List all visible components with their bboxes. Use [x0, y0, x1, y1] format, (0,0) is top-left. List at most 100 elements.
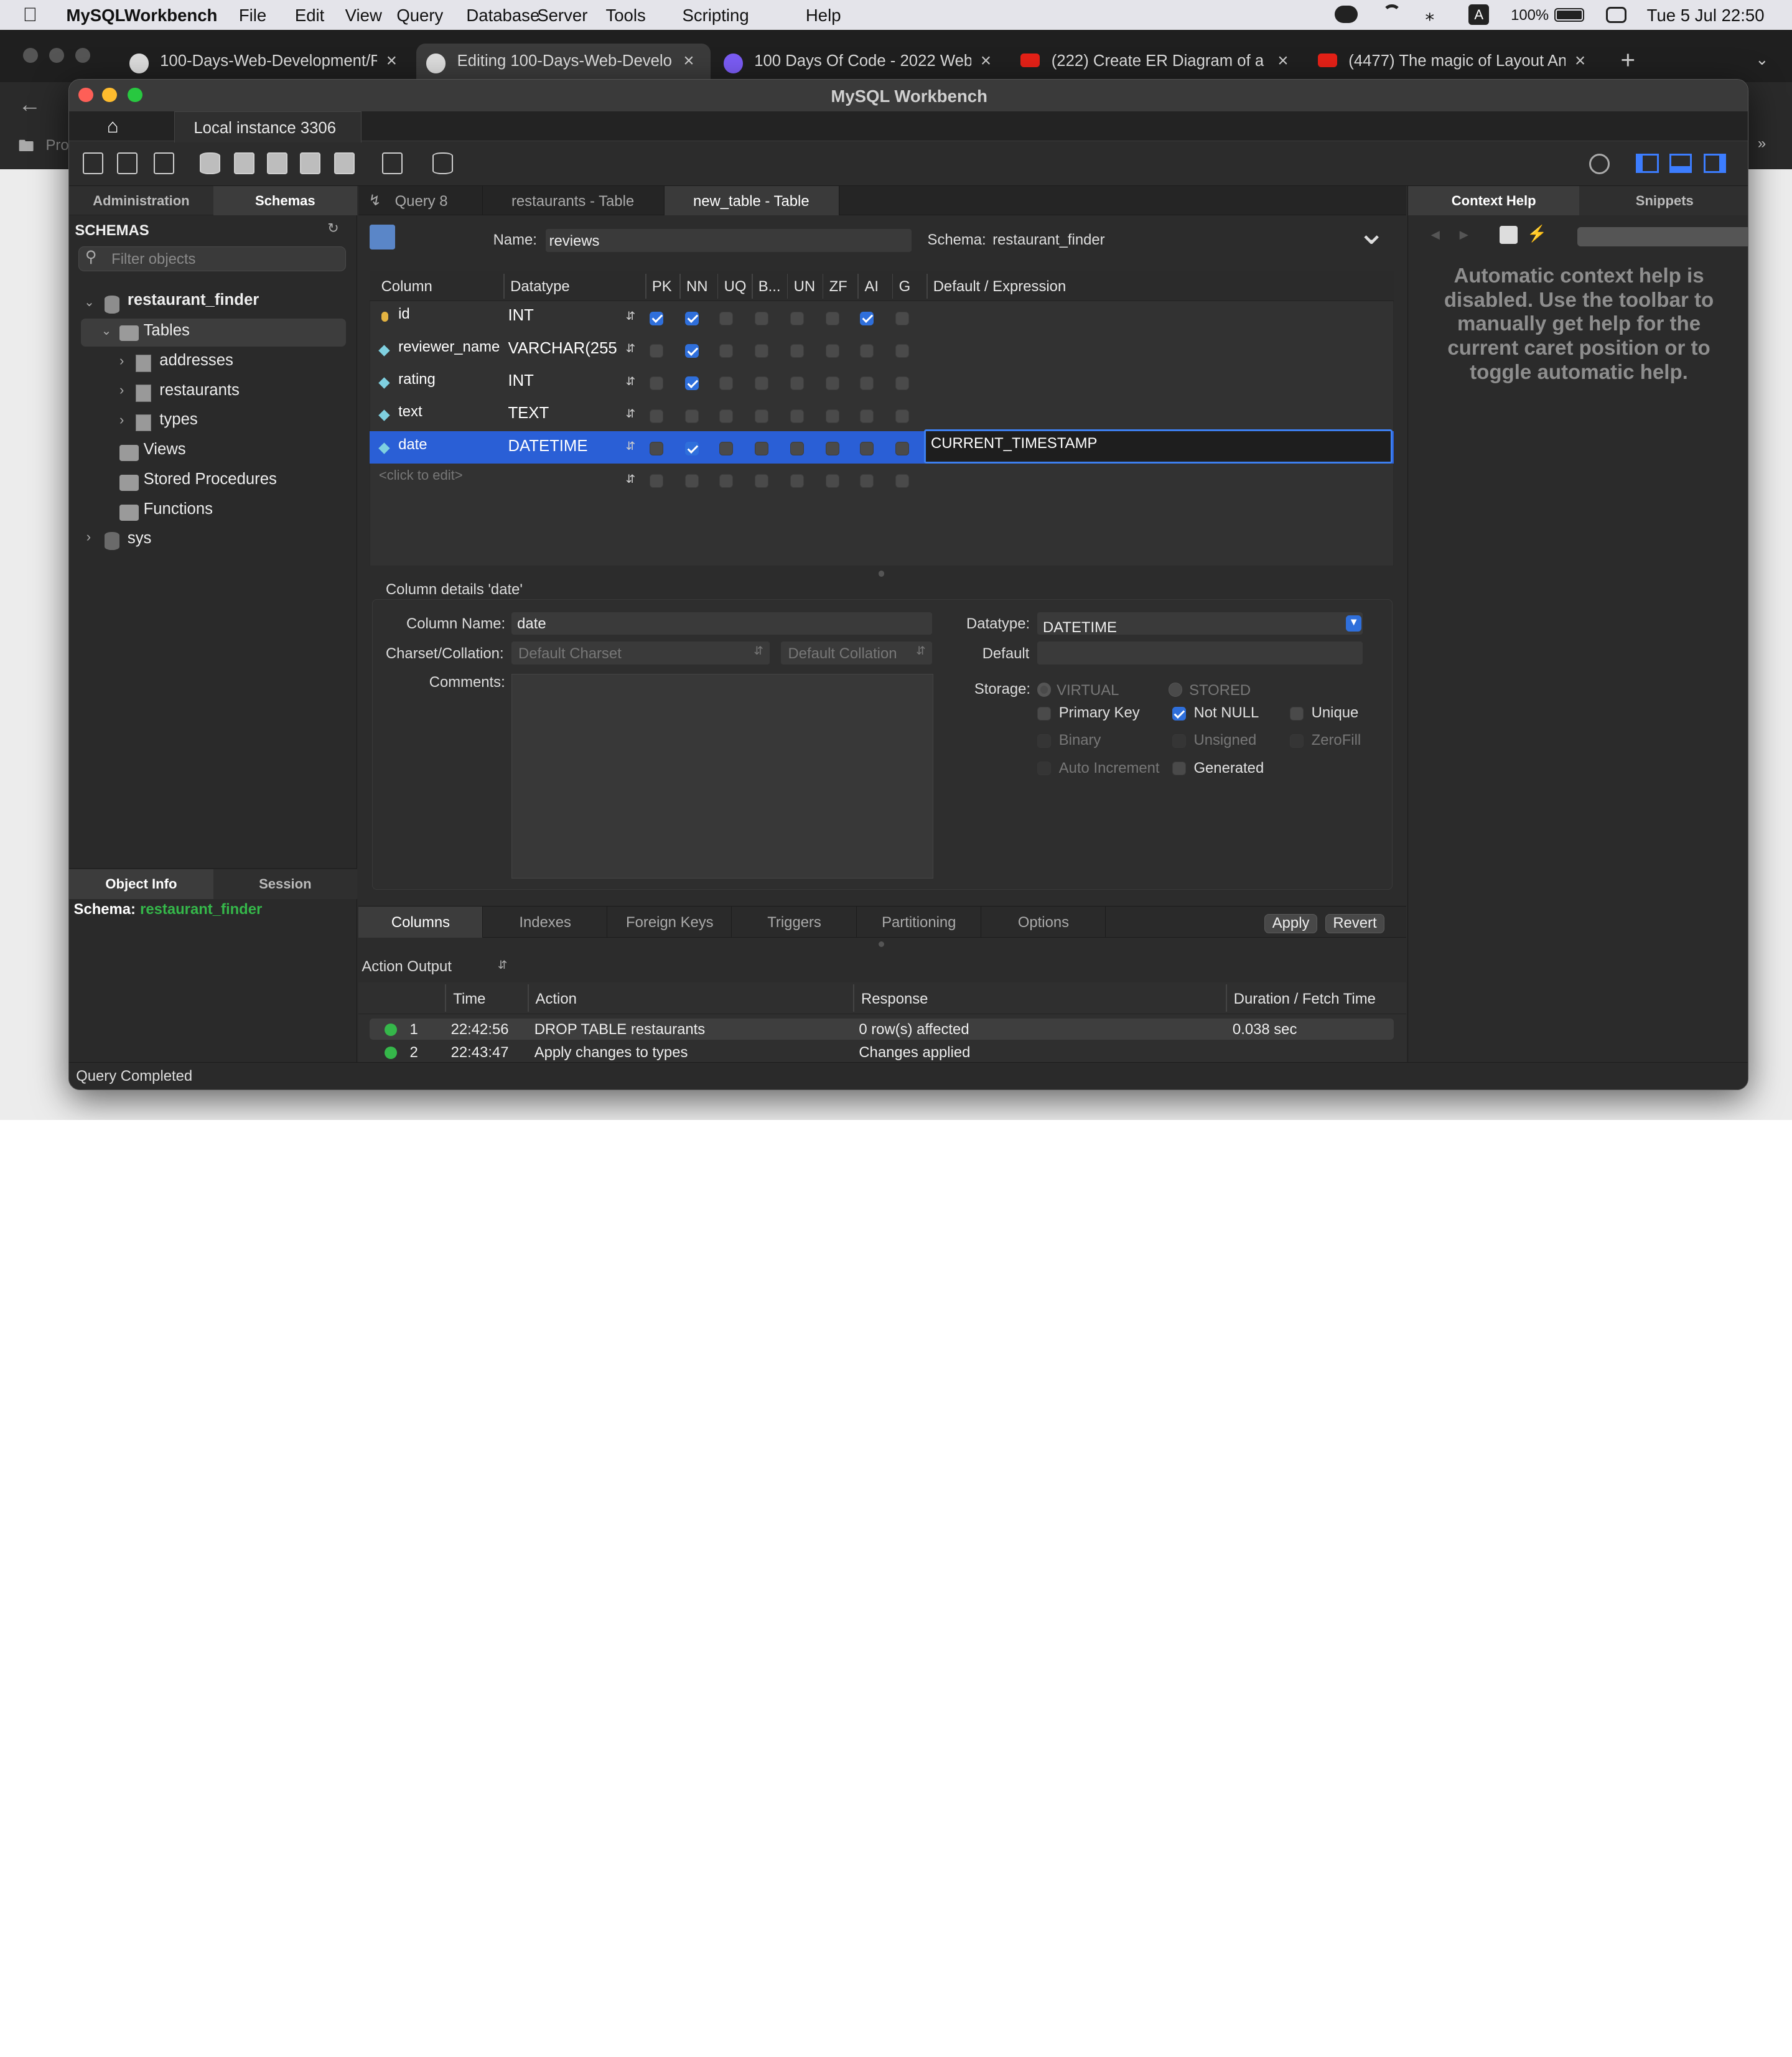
- back-arrow-icon[interactable]: ←: [18, 91, 41, 118]
- flag-checkbox[interactable]: [755, 311, 769, 325]
- menu-item[interactable]: Query: [396, 6, 443, 26]
- detail-checkbox[interactable]: [1172, 734, 1186, 749]
- flag-checkbox[interactable]: [826, 376, 840, 391]
- browser-tab[interactable]: 100-Days-Web-Development/R ×: [119, 44, 414, 82]
- table-row[interactable]: id INT ⇵: [370, 301, 1394, 333]
- chevron-right-icon[interactable]: ›: [86, 529, 91, 545]
- flag-checkbox[interactable]: [650, 409, 664, 423]
- column-name[interactable]: reviewer_name: [398, 338, 500, 356]
- table-row[interactable]: reviewer_name VARCHAR(255 ⇵: [370, 334, 1394, 365]
- detail-checkbox[interactable]: [1289, 734, 1304, 749]
- funcs-node[interactable]: Functions: [144, 500, 213, 518]
- output-splitter[interactable]: [878, 941, 884, 947]
- flag-checkbox[interactable]: [895, 343, 910, 358]
- revert-button[interactable]: Revert: [1325, 913, 1385, 933]
- output-column-header[interactable]: Action: [536, 991, 577, 1008]
- flag-checkbox[interactable]: [860, 343, 874, 358]
- column-header[interactable]: G: [899, 278, 911, 296]
- flag-checkbox[interactable]: [755, 409, 769, 423]
- detail-checkbox[interactable]: [1037, 707, 1051, 721]
- chevron-right-icon[interactable]: ›: [119, 353, 124, 369]
- flag-checkbox[interactable]: [895, 311, 910, 325]
- collapse-chevrons-icon[interactable]: ⌄: [1357, 215, 1386, 250]
- flag-checkbox[interactable]: [826, 311, 840, 325]
- manual-help-icon[interactable]: [1499, 225, 1518, 245]
- table-row[interactable]: text TEXT ⇵: [370, 399, 1394, 431]
- close-icon[interactable]: ×: [386, 50, 397, 72]
- home-icon[interactable]: ⌂: [107, 115, 119, 138]
- create-function-icon[interactable]: [334, 152, 355, 175]
- browser-min-dot[interactable]: [49, 48, 64, 63]
- auto-help-icon[interactable]: ⚡: [1527, 225, 1547, 243]
- table-name-input[interactable]: [546, 229, 912, 253]
- refresh-schemas-icon[interactable]: ↻: [327, 220, 338, 236]
- flag-checkbox[interactable]: [826, 474, 840, 488]
- bookmarks-more-icon[interactable]: »: [1758, 135, 1766, 152]
- flag-checkbox[interactable]: [895, 376, 910, 391]
- wifi-icon[interactable]: [1383, 4, 1401, 22]
- column-name[interactable]: date: [398, 436, 427, 454]
- column-header[interactable]: ZF: [829, 278, 847, 296]
- column-datatype[interactable]: INT: [508, 372, 629, 390]
- flag-checkbox[interactable]: [790, 409, 805, 423]
- menu-item[interactable]: Edit: [295, 6, 324, 26]
- close-icon[interactable]: ×: [1575, 50, 1585, 72]
- chevron-right-icon[interactable]: ›: [119, 382, 124, 398]
- flag-checkbox[interactable]: [685, 474, 699, 488]
- flag-checkbox[interactable]: [860, 441, 874, 455]
- views-node[interactable]: Views: [144, 441, 186, 459]
- radio-virtual[interactable]: [1037, 683, 1051, 697]
- chevron-down-icon[interactable]: ⌄: [101, 323, 112, 338]
- flag-checkbox[interactable]: [826, 409, 840, 423]
- table-addresses[interactable]: addresses: [159, 352, 233, 370]
- radio-stored[interactable]: [1169, 683, 1183, 697]
- stepper-icon[interactable]: ⇵: [498, 958, 507, 972]
- bookmark-folder-icon[interactable]: 🖿: [18, 135, 34, 162]
- browser-tab[interactable]: Editing 100-Days-Web-Develo ×: [416, 43, 711, 83]
- flag-checkbox[interactable]: [860, 376, 874, 391]
- flag-checkbox[interactable]: [719, 441, 734, 455]
- table-row[interactable]: date DATETIME CURRENT_TIMESTAMP ⇵: [370, 429, 1394, 464]
- column-header[interactable]: Default / Expression: [933, 278, 1066, 296]
- control-center-icon[interactable]: [1605, 7, 1626, 23]
- toggle-sidebar-icon[interactable]: [1636, 154, 1659, 174]
- column-header[interactable]: UN: [794, 278, 815, 296]
- new-tab-button[interactable]: +: [1620, 45, 1635, 75]
- click-to-edit[interactable]: <click to edit>: [379, 467, 463, 483]
- flag-checkbox[interactable]: [650, 441, 664, 455]
- toggle-output-icon[interactable]: [1669, 154, 1692, 174]
- column-name[interactable]: id: [398, 306, 410, 323]
- procs-node[interactable]: Stored Procedures: [144, 470, 277, 488]
- bluetooth-icon[interactable]: ⁎: [1425, 4, 1434, 26]
- flag-checkbox[interactable]: [755, 343, 769, 358]
- flag-checkbox[interactable]: [685, 441, 699, 455]
- flag-checkbox[interactable]: [860, 474, 874, 488]
- stepper-icon[interactable]: ⇵: [626, 439, 635, 453]
- column-name[interactable]: rating: [398, 371, 436, 388]
- table-row[interactable]: rating INT ⇵: [370, 366, 1394, 398]
- flag-checkbox[interactable]: [860, 409, 874, 423]
- menu-item[interactable]: Database: [466, 6, 539, 26]
- stepper-icon[interactable]: ⇵: [626, 375, 635, 388]
- flag-checkbox[interactable]: [685, 409, 699, 423]
- bookmark-label[interactable]: Pro: [45, 137, 68, 154]
- flag-checkbox[interactable]: [650, 376, 664, 391]
- output-column-header[interactable]: Duration / Fetch Time: [1234, 991, 1376, 1008]
- pane-splitter[interactable]: [878, 571, 884, 577]
- flag-checkbox[interactable]: [755, 474, 769, 488]
- comments-textarea[interactable]: [511, 673, 933, 879]
- flag-checkbox[interactable]: [685, 311, 699, 325]
- settings-gear-icon[interactable]: [1589, 154, 1610, 175]
- create-view-icon[interactable]: [266, 152, 287, 175]
- flag-checkbox[interactable]: [790, 376, 805, 391]
- chevron-right-icon[interactable]: ›: [119, 412, 124, 428]
- menu-item[interactable]: Scripting: [682, 6, 749, 26]
- flag-checkbox[interactable]: [650, 311, 664, 325]
- column-datatype[interactable]: INT: [508, 307, 629, 325]
- new-sql-tab-icon[interactable]: [83, 152, 104, 175]
- chevron-down-icon[interactable]: ⌄: [84, 294, 95, 310]
- flag-checkbox[interactable]: [826, 343, 840, 358]
- flag-checkbox[interactable]: [755, 376, 769, 391]
- browser-tab[interactable]: (4477) The magic of Layout An ×: [1307, 44, 1602, 82]
- stepper-icon[interactable]: ⇵: [626, 472, 635, 486]
